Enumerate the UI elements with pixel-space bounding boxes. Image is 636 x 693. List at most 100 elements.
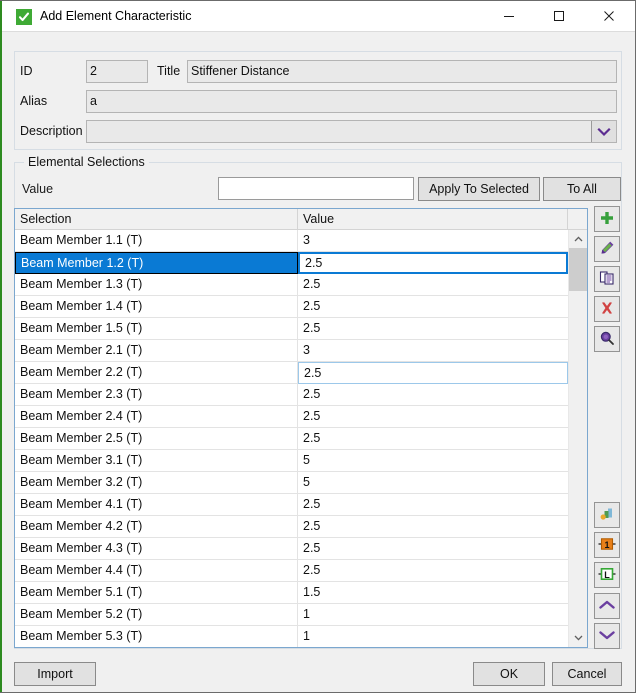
cell-selection[interactable]: Beam Member 1.2 (T) xyxy=(15,252,298,274)
table-row[interactable]: Beam Member 5.1 (T)1.5 xyxy=(15,582,568,604)
cell-value[interactable]: 2.5 xyxy=(298,428,568,450)
move-down-icon xyxy=(599,629,615,643)
scroll-down-icon[interactable] xyxy=(569,629,588,647)
cell-selection[interactable]: Beam Member 4.2 (T) xyxy=(15,516,298,538)
table-row[interactable]: Beam Member 1.4 (T)2.5 xyxy=(15,296,568,318)
cancel-button[interactable]: Cancel xyxy=(552,662,622,686)
cell-value[interactable]: 3 xyxy=(298,230,568,252)
move-up-icon xyxy=(599,599,615,613)
apply-to-selected-button[interactable]: Apply To Selected xyxy=(418,177,540,201)
cell-value[interactable]: 3 xyxy=(298,340,568,362)
minimize-button[interactable] xyxy=(486,1,532,31)
cell-value[interactable]: 2.5 xyxy=(298,560,568,582)
cell-selection[interactable]: Beam Member 1.3 (T) xyxy=(15,274,298,296)
cell-selection[interactable]: Beam Member 2.2 (T) xyxy=(15,362,298,384)
cell-selection[interactable]: Beam Member 2.5 (T) xyxy=(15,428,298,450)
cell-selection[interactable]: Beam Member 2.4 (T) xyxy=(15,406,298,428)
cell-selection[interactable]: Beam Member 4.3 (T) xyxy=(15,538,298,560)
delete-button[interactable] xyxy=(594,296,620,322)
window-accent-strip xyxy=(0,1,2,693)
cell-selection[interactable]: Beam Member 4.4 (T) xyxy=(15,560,298,582)
cell-selection[interactable]: Beam Member 1.4 (T) xyxy=(15,296,298,318)
scroll-up-icon[interactable] xyxy=(569,230,588,248)
table-row[interactable]: Beam Member 2.5 (T)2.5 xyxy=(15,428,568,450)
edit-button[interactable] xyxy=(594,236,620,262)
table-row[interactable]: Beam Member 4.2 (T)2.5 xyxy=(15,516,568,538)
cell-value[interactable]: 2.5 xyxy=(298,318,568,340)
cell-selection[interactable]: Beam Member 1.1 (T) xyxy=(15,230,298,252)
table-row[interactable]: Beam Member 1.5 (T)2.5 xyxy=(15,318,568,340)
add-icon xyxy=(599,210,615,229)
table-row[interactable]: Beam Member 2.1 (T)3 xyxy=(15,340,568,362)
id-field[interactable]: 2 xyxy=(86,60,148,83)
characteristic-info-group: ID 2 Title Stiffener Distance Alias a De… xyxy=(14,51,622,150)
selections-table: Selection Value Beam Member 1.1 (T)3Beam… xyxy=(14,208,588,648)
scrollbar-thumb[interactable] xyxy=(569,248,588,291)
cell-value[interactable]: 5 xyxy=(298,472,568,494)
find-button[interactable] xyxy=(594,326,620,352)
table-row[interactable]: Beam Member 4.1 (T)2.5 xyxy=(15,494,568,516)
description-field[interactable] xyxy=(86,120,617,143)
cell-selection[interactable]: Beam Member 5.2 (T) xyxy=(15,604,298,626)
cell-selection[interactable]: Beam Member 4.1 (T) xyxy=(15,494,298,516)
cell-selection[interactable]: Beam Member 2.1 (T) xyxy=(15,340,298,362)
table-row[interactable]: Beam Member 5.3 (T)1 xyxy=(15,626,568,648)
duplicate-icon xyxy=(599,270,615,289)
table-row[interactable]: Beam Member 1.2 (T)2.5 xyxy=(15,252,568,274)
title-field[interactable]: Stiffener Distance xyxy=(187,60,617,83)
cell-selection[interactable]: Beam Member 3.1 (T) xyxy=(15,450,298,472)
table-row[interactable]: Beam Member 1.3 (T)2.5 xyxy=(15,274,568,296)
letter-l-icon: L xyxy=(598,567,616,584)
letter-l-button[interactable]: L xyxy=(594,562,620,588)
number-one-button[interactable]: 1 xyxy=(594,532,620,558)
maximize-button[interactable] xyxy=(536,1,582,31)
cell-value[interactable]: 5 xyxy=(298,450,568,472)
cell-selection[interactable]: Beam Member 5.1 (T) xyxy=(15,582,298,604)
duplicate-button[interactable] xyxy=(594,266,620,292)
cell-value[interactable]: 2.5 xyxy=(298,296,568,318)
table-vertical-scrollbar[interactable] xyxy=(568,230,587,647)
dialog-window: Add Element Characteristic ID 2 Title St… xyxy=(0,0,636,693)
move-down-button[interactable] xyxy=(594,623,620,649)
close-button[interactable] xyxy=(586,1,632,31)
table-row[interactable]: Beam Member 5.2 (T)1 xyxy=(15,604,568,626)
cell-selection[interactable]: Beam Member 5.3 (T) xyxy=(15,626,298,648)
add-icon-button[interactable] xyxy=(594,206,620,232)
table-row[interactable]: Beam Member 2.4 (T)2.5 xyxy=(15,406,568,428)
cell-value[interactable]: 2.5 xyxy=(298,494,568,516)
table-header-row: Selection Value xyxy=(15,209,587,230)
table-row[interactable]: Beam Member 3.2 (T)5 xyxy=(15,472,568,494)
cell-selection[interactable]: Beam Member 3.2 (T) xyxy=(15,472,298,494)
import-button[interactable]: Import xyxy=(14,662,96,686)
column-header-selection[interactable]: Selection xyxy=(15,209,298,230)
to-all-button[interactable]: To All xyxy=(543,177,621,201)
cell-value[interactable]: 2.5 xyxy=(298,362,568,384)
cell-value[interactable]: 1 xyxy=(298,626,568,648)
value-label: Value xyxy=(22,182,53,196)
cell-value[interactable]: 1 xyxy=(298,604,568,626)
column-header-filler xyxy=(568,209,587,230)
cell-value[interactable]: 1.5 xyxy=(298,582,568,604)
cell-value[interactable]: 2.5 xyxy=(298,516,568,538)
table-row[interactable]: Beam Member 4.4 (T)2.5 xyxy=(15,560,568,582)
delete-icon xyxy=(599,300,615,319)
table-row[interactable]: Beam Member 1.1 (T)3 xyxy=(15,230,568,252)
cell-value[interactable]: 2.5 xyxy=(298,252,568,274)
table-row[interactable]: Beam Member 3.1 (T)5 xyxy=(15,450,568,472)
ok-button[interactable]: OK xyxy=(473,662,545,686)
cell-value[interactable]: 2.5 xyxy=(298,274,568,296)
cell-value[interactable]: 2.5 xyxy=(298,406,568,428)
column-header-value[interactable]: Value xyxy=(298,209,568,230)
chart-blocks-button[interactable] xyxy=(594,502,620,528)
cell-selection[interactable]: Beam Member 1.5 (T) xyxy=(15,318,298,340)
table-row[interactable]: Beam Member 2.2 (T)2.5 xyxy=(15,362,568,384)
value-input[interactable] xyxy=(218,177,414,200)
cell-value[interactable]: 2.5 xyxy=(298,384,568,406)
table-row[interactable]: Beam Member 2.3 (T)2.5 xyxy=(15,384,568,406)
cell-selection[interactable]: Beam Member 2.3 (T) xyxy=(15,384,298,406)
alias-field[interactable]: a xyxy=(86,90,617,113)
move-up-button[interactable] xyxy=(594,593,620,619)
cell-value[interactable]: 2.5 xyxy=(298,538,568,560)
table-row[interactable]: Beam Member 4.3 (T)2.5 xyxy=(15,538,568,560)
chevron-down-icon[interactable] xyxy=(591,121,616,142)
